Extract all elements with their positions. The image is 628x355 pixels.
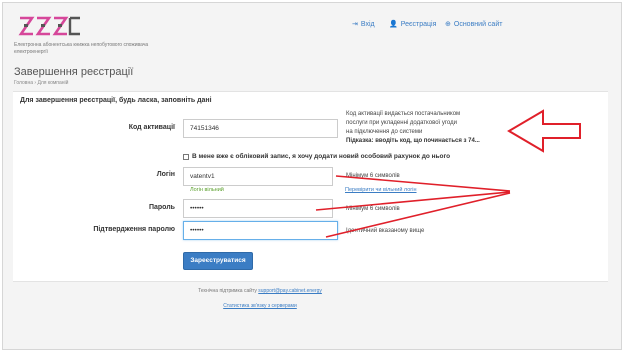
- login-input[interactable]: vatentv1: [183, 167, 333, 186]
- nav-register-label: Реєстрація: [400, 20, 437, 28]
- support-line: Технічна підтримка сайту support@pay.cab…: [0, 288, 520, 294]
- activation-help-line2: послуги при укладенні додаткової угоди: [346, 120, 457, 126]
- password-confirm-label: Підтвердження паролю: [93, 226, 175, 233]
- support-email-link[interactable]: support@pay.cabinet.energy: [258, 288, 322, 294]
- login-help: Мінімум 6 символів: [346, 173, 400, 179]
- activation-code-input[interactable]: 74151346: [183, 119, 338, 138]
- check-login-link[interactable]: Перевірити чи вільний логін: [345, 187, 417, 193]
- logo[interactable]: [18, 14, 82, 38]
- nav-login-label: Вхід: [360, 20, 375, 28]
- nav-login[interactable]: ⇥ Вхід: [352, 20, 375, 29]
- existing-account-checkbox[interactable]: [183, 153, 189, 160]
- page-title: Завершення реєстрації: [14, 66, 134, 78]
- form-intro: Для завершення реєстрації, будь ласка, з…: [20, 97, 212, 104]
- activation-hint: Підказка: вводіть код, що починається з …: [346, 138, 480, 144]
- register-button[interactable]: Зареєструватися: [183, 252, 253, 270]
- login-icon: ⇥: [352, 21, 358, 28]
- login-status: Логін вільний: [190, 187, 224, 193]
- activation-help-line1: Код активації видається постачальником: [346, 111, 461, 117]
- logo-subtitle: Електронна абонентська книжка непобутово…: [14, 42, 149, 55]
- password-help: Мінімум 6 символів: [346, 206, 400, 212]
- server-stats-link[interactable]: Статистика зв'язку з серверами: [0, 303, 520, 309]
- activation-help-line3: на підключення до системи: [346, 129, 423, 135]
- password-confirm-help: Ідентичний вказаному вище: [346, 228, 425, 234]
- password-confirm-input[interactable]: ••••••: [183, 221, 338, 240]
- password-input[interactable]: ••••••: [183, 199, 333, 218]
- existing-account-checkbox-row[interactable]: В мене вже є обліковий запис, я хочу дод…: [183, 153, 450, 160]
- footer-divider: [13, 281, 608, 282]
- existing-account-label: В мене вже є обліковий запис, я хочу дод…: [192, 153, 451, 160]
- user-add-icon: 👤: [389, 21, 398, 28]
- activation-code-help: Код активації видається постачальником п…: [346, 110, 480, 146]
- globe-icon: ⊕: [445, 21, 451, 28]
- password-label: Пароль: [148, 204, 175, 211]
- nav-register[interactable]: 👤 Реєстрація: [389, 20, 437, 29]
- activation-code-label: Код активації: [128, 124, 175, 131]
- nav-main-site[interactable]: ⊕ Основний сайт: [445, 20, 503, 29]
- nav-main-site-label: Основний сайт: [453, 20, 503, 28]
- support-prefix: Технічна підтримка сайту: [198, 288, 257, 294]
- logo-icon: [18, 16, 80, 36]
- breadcrumb[interactable]: Головна › Для компаній: [14, 80, 68, 86]
- login-label: Логін: [156, 171, 175, 178]
